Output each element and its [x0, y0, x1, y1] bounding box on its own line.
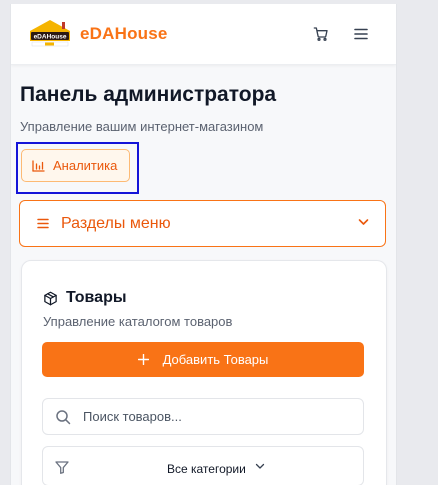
category-select[interactable]: Все категории: [42, 446, 364, 485]
search-input[interactable]: [81, 408, 345, 425]
app-header: eDAHouse eDAHouse: [11, 4, 396, 65]
cart-button[interactable]: [309, 22, 333, 46]
logo[interactable]: eDAHouse: [27, 18, 73, 48]
search-icon: [56, 409, 71, 424]
category-value: Все категории: [167, 462, 246, 476]
bar-chart-icon: [32, 159, 45, 172]
hamburger-menu-icon: [354, 28, 368, 40]
menu-sections-label: Разделы меню: [61, 214, 171, 232]
page-title: Панель администратора: [20, 83, 277, 106]
products-title: Товары: [43, 289, 127, 307]
add-product-label: Добавить Товары: [162, 352, 269, 367]
main-menu-button[interactable]: [349, 22, 373, 46]
plus-icon: [137, 354, 149, 365]
menu-sections-dropdown[interactable]: Разделы меню: [19, 200, 386, 247]
app-frame: eDAHouse eDAHouse Панель администратора …: [10, 4, 397, 485]
analytics-label: Аналитика: [53, 158, 118, 173]
logo-text: eDAHouse: [34, 34, 67, 41]
chevron-down-icon: [255, 463, 265, 469]
product-search[interactable]: [42, 398, 364, 435]
page-subtitle: Управление вашим интернет-магазином: [20, 119, 264, 134]
add-product-button[interactable]: Добавить Товары: [42, 342, 364, 377]
brand-name[interactable]: eDAHouse: [80, 24, 168, 44]
products-subtitle: Управление каталогом товаров: [43, 314, 233, 329]
cart-icon: [313, 27, 328, 41]
chevron-down-icon: [358, 219, 369, 225]
package-icon: [44, 291, 57, 305]
filter-icon: [55, 461, 69, 474]
analytics-button[interactable]: Аналитика: [21, 149, 130, 182]
lines-icon: [37, 218, 49, 229]
products-title-text: Товары: [66, 289, 127, 306]
